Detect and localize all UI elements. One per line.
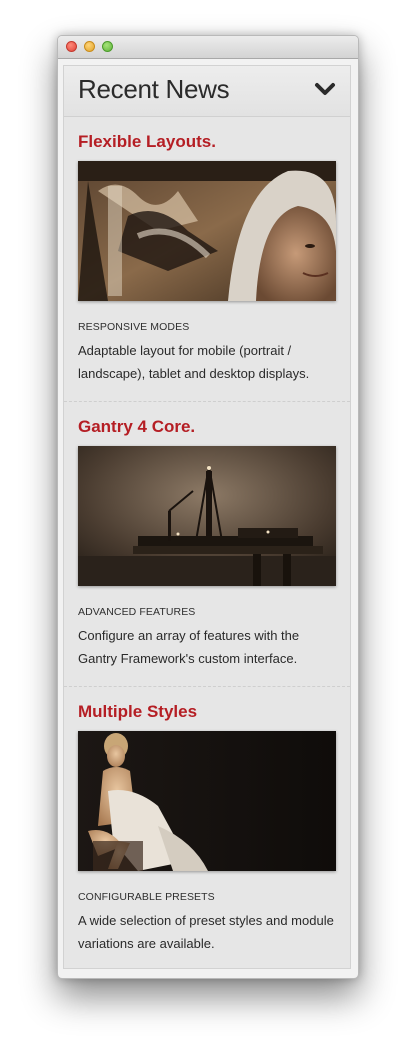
article-subtitle: CONFIGURABLE PRESETS xyxy=(78,891,215,903)
module-title: Recent News xyxy=(78,74,230,104)
article-description: Adaptable layout for mobile (portrait / … xyxy=(78,343,310,381)
news-item: Gantry 4 Core. ADVANCED FEATURES Configu… xyxy=(64,402,350,687)
chevron-down-icon[interactable] xyxy=(314,80,336,98)
article-title-link[interactable]: Multiple Styles xyxy=(78,701,336,723)
article-description: A wide selection of preset styles and mo… xyxy=(78,913,334,951)
news-item: Multiple Styles CONFIGURABLE PRESETS A w… xyxy=(64,687,350,972)
article-subtitle: RESPONSIVE MODES xyxy=(78,321,190,333)
article-subtitle: ADVANCED FEATURES xyxy=(78,606,196,618)
module-header: Recent News xyxy=(64,66,350,117)
recent-news-module: Recent News Flexible Layouts. RESPONSIVE… xyxy=(63,65,351,969)
window-titlebar[interactable] xyxy=(58,36,358,59)
article-description: Configure an array of features with the … xyxy=(78,628,300,666)
article-title-link[interactable]: Gantry 4 Core. xyxy=(78,416,336,438)
news-item: Flexible Layouts. RESPONSIVE MODES Adapt… xyxy=(64,117,350,402)
article-title-link[interactable]: Flexible Layouts. xyxy=(78,131,336,153)
article-image-oil-rig[interactable] xyxy=(78,446,336,586)
zoom-window-button[interactable] xyxy=(102,41,113,52)
article-image-portrait[interactable] xyxy=(78,731,336,871)
minimize-window-button[interactable] xyxy=(84,41,95,52)
close-window-button[interactable] xyxy=(66,41,77,52)
browser-window: Recent News Flexible Layouts. RESPONSIVE… xyxy=(57,35,359,979)
article-image-graffiti[interactable] xyxy=(78,161,336,301)
